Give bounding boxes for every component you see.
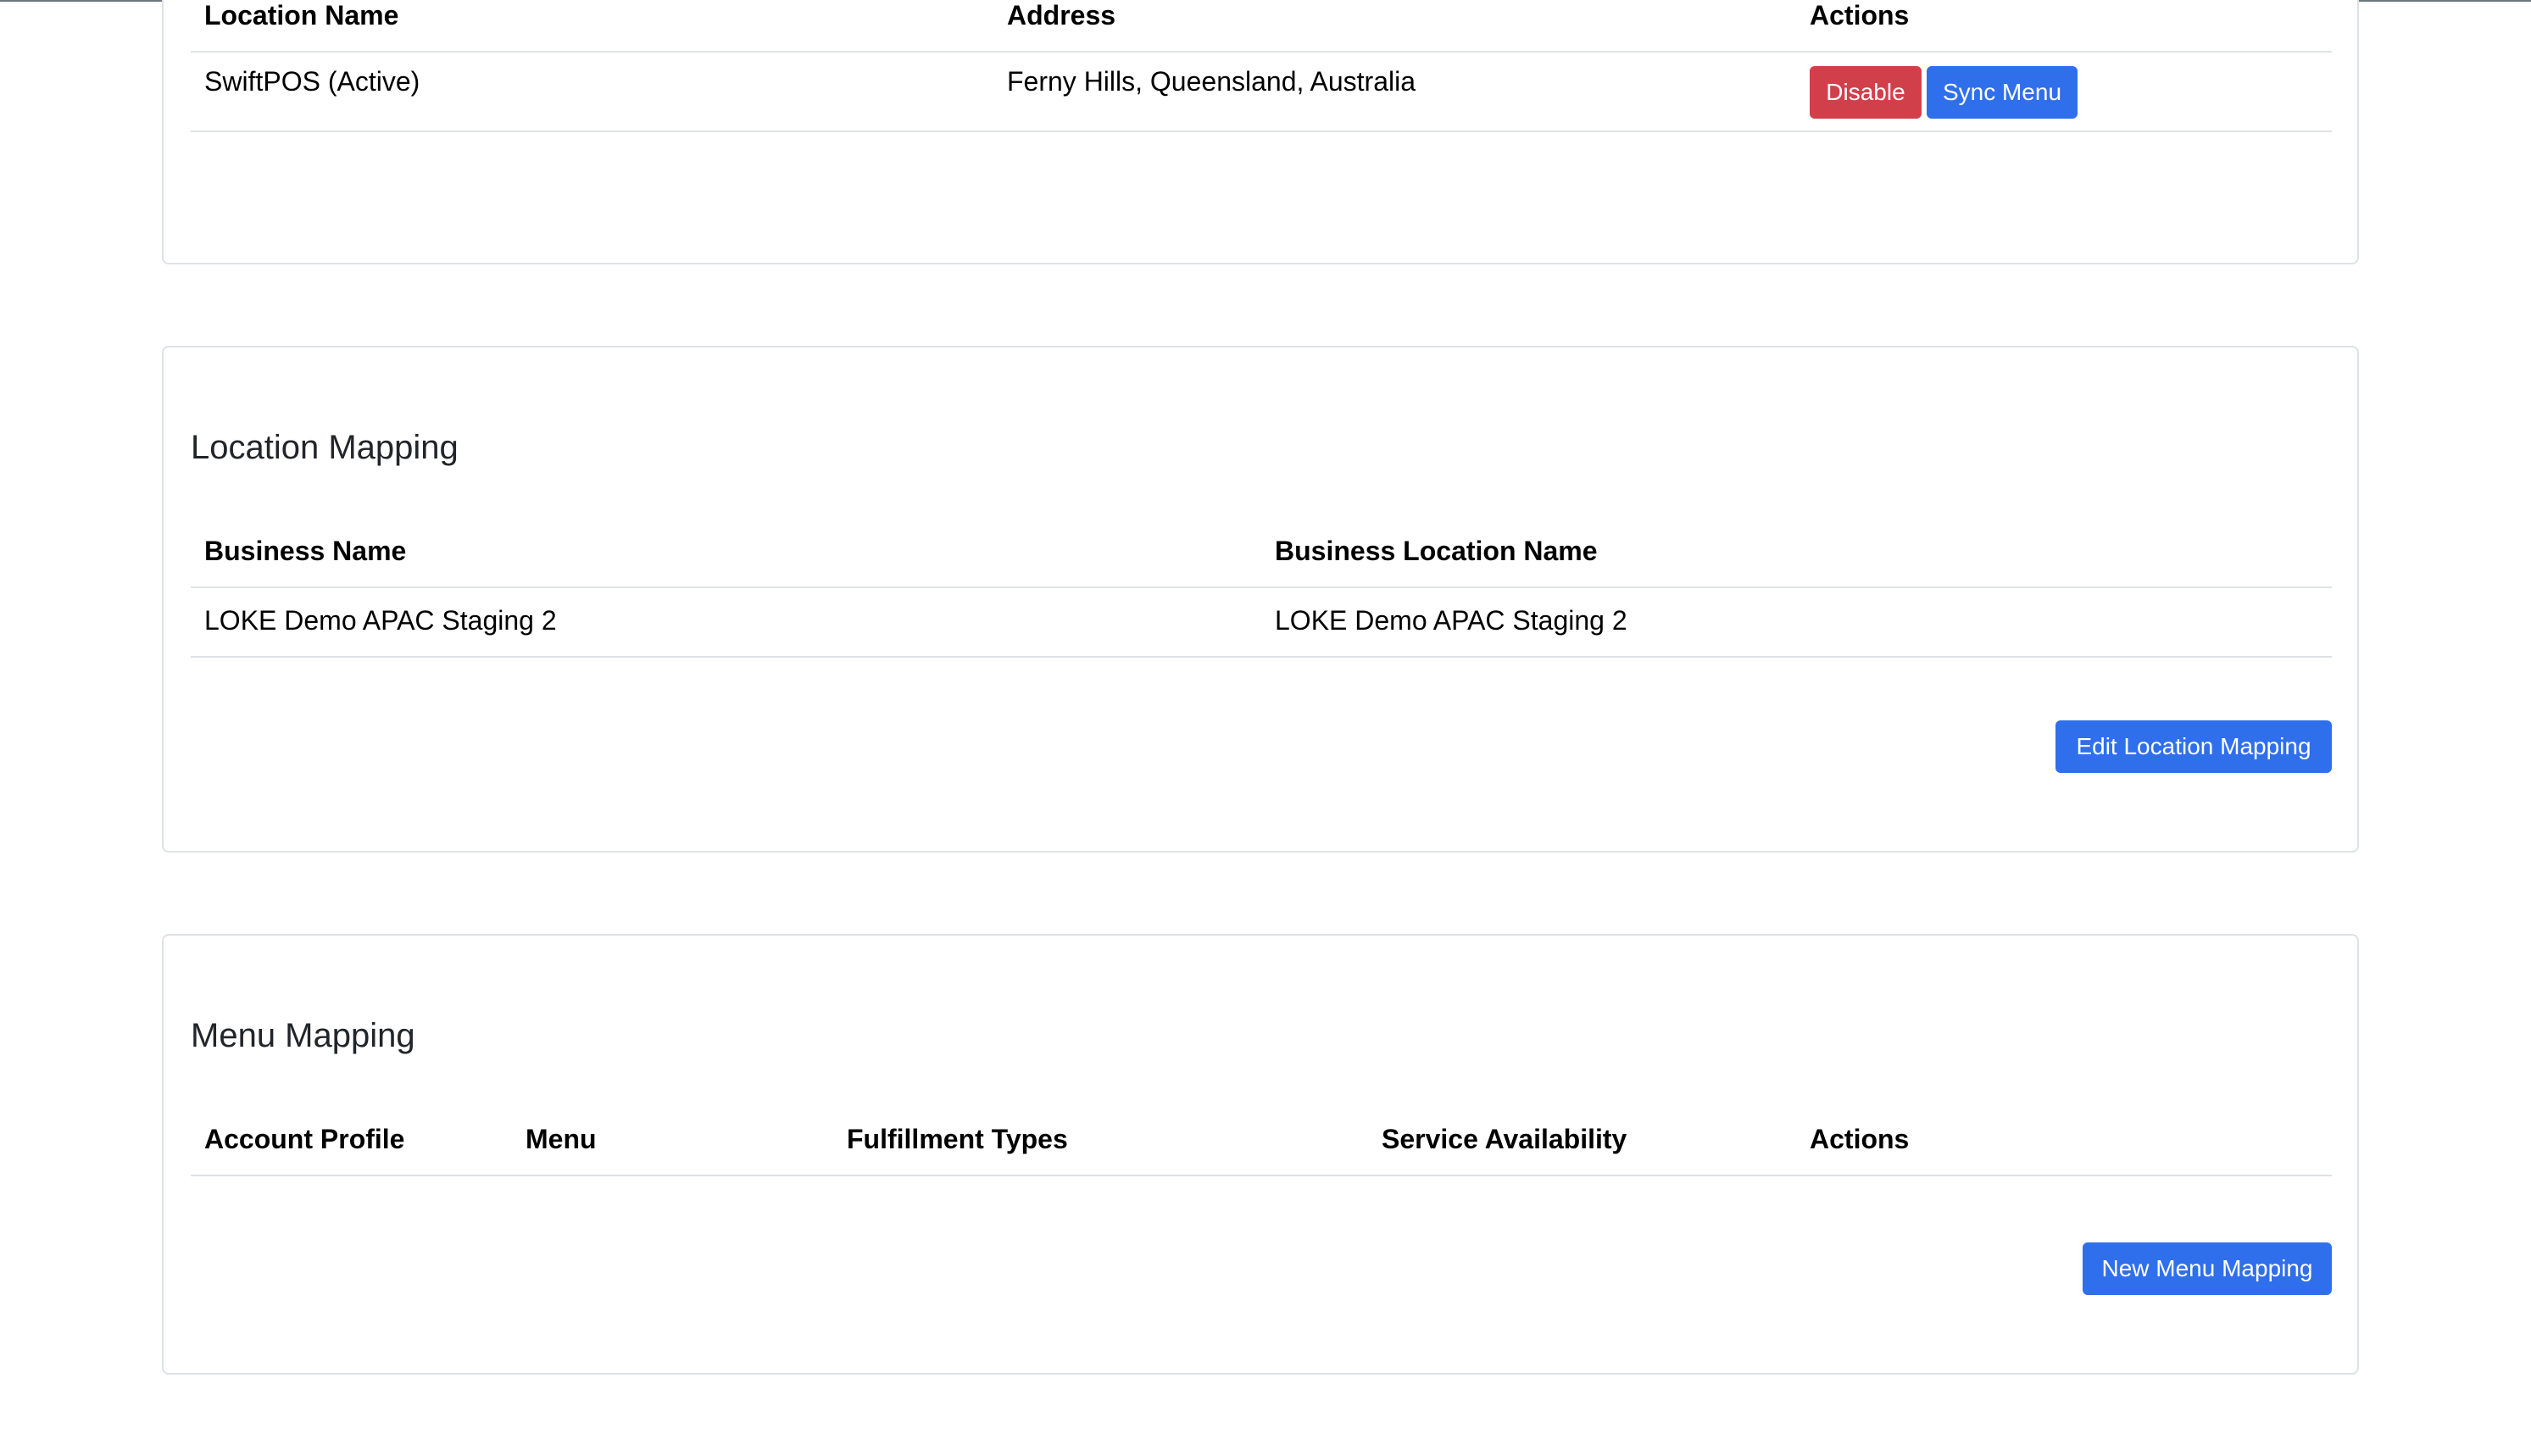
menu-mapping-title: Menu Mapping: [191, 1017, 415, 1054]
disable-button[interactable]: Disable: [1810, 66, 1922, 119]
location-name: SwiftPOS (Active): [204, 66, 420, 97]
column-header-address: Address: [1007, 0, 1116, 31]
sync-menu-button[interactable]: Sync Menu: [1927, 66, 2078, 119]
table-header-row: Location Name Address Actions: [191, 0, 2332, 53]
table-row: SwiftPOS (Active) Ferny Hills, Queenslan…: [191, 53, 2332, 132]
column-header-account-profile: Account Profile: [204, 1124, 405, 1154]
business-name: LOKE Demo APAC Staging 2: [204, 605, 557, 636]
locations-table: Location Name Address Actions SwiftPOS (…: [191, 0, 2332, 132]
column-header-business-location-name: Business Location Name: [1275, 536, 1598, 566]
new-menu-mapping-button[interactable]: New Menu Mapping: [2083, 1242, 2332, 1295]
column-header-menu: Menu: [526, 1124, 597, 1154]
table-header-row: Business Name Business Location Name: [191, 519, 2332, 588]
column-header-business-name: Business Name: [204, 536, 407, 566]
locations-card: Location Name Address Actions SwiftPOS (…: [162, 0, 2359, 264]
location-mapping-title: Location Mapping: [191, 429, 459, 466]
location-mapping-table: Business Name Business Location Name LOK…: [191, 519, 2332, 658]
edit-location-mapping-button[interactable]: Edit Location Mapping: [2055, 720, 2332, 773]
menu-mapping-card: Menu Mapping Account Profile Menu Fulfil…: [162, 934, 2359, 1375]
column-header-actions: Actions: [1810, 0, 1910, 31]
location-address: Ferny Hills, Queensland, Australia: [1007, 66, 1416, 97]
menu-mapping-table: Account Profile Menu Fulfillment Types S…: [191, 1107, 2332, 1176]
table-header-row: Account Profile Menu Fulfillment Types S…: [191, 1107, 2332, 1176]
column-header-service-availability: Service Availability: [1382, 1124, 1627, 1154]
business-location-name: LOKE Demo APAC Staging 2: [1275, 605, 1627, 636]
location-mapping-card: Location Mapping Business Name Business …: [162, 346, 2359, 853]
column-header-actions: Actions: [1810, 1124, 1910, 1154]
column-header-location-name: Location Name: [204, 0, 399, 31]
table-row: LOKE Demo APAC Staging 2 LOKE Demo APAC …: [191, 588, 2332, 658]
column-header-fulfillment-types: Fulfillment Types: [847, 1124, 1068, 1154]
